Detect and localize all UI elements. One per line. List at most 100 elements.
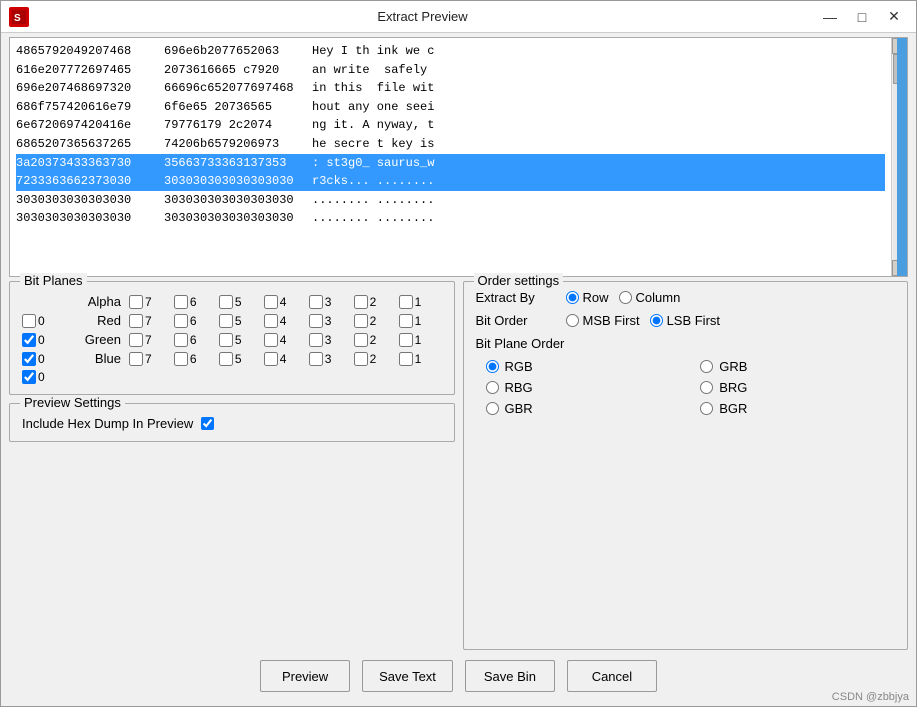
window-title: Extract Preview bbox=[29, 9, 816, 24]
bit-cell: 7 bbox=[129, 295, 172, 309]
bit-number: 0 bbox=[38, 370, 45, 384]
bit-number: 4 bbox=[280, 352, 287, 366]
bit-checkbox-green-7[interactable] bbox=[129, 333, 143, 347]
bit-checkbox-red-6[interactable] bbox=[174, 314, 188, 328]
msb-radio-label[interactable]: MSB First bbox=[566, 313, 640, 328]
bpo-radio-brg[interactable] bbox=[700, 381, 713, 394]
preview-line: 3030303030303030303030303030303030......… bbox=[16, 209, 885, 228]
bit-checkbox-red-5[interactable] bbox=[219, 314, 233, 328]
save-text-button[interactable]: Save Text bbox=[362, 660, 453, 692]
bpo-radio-rbg[interactable] bbox=[486, 381, 499, 394]
bit-checkbox-alpha-4[interactable] bbox=[264, 295, 278, 309]
bit-checkbox-green-0[interactable] bbox=[22, 352, 36, 366]
hex-col2: 6f6e65 20736565 bbox=[164, 98, 304, 117]
bit-number: 3 bbox=[325, 333, 332, 347]
bit-number: 2 bbox=[370, 333, 377, 347]
msb-radio[interactable] bbox=[566, 314, 579, 327]
bit-checkbox-alpha-1[interactable] bbox=[399, 295, 413, 309]
bit-cell: 5 bbox=[219, 333, 262, 347]
bpo-option-gbr[interactable]: GBR bbox=[486, 401, 681, 416]
bpo-option-brg[interactable]: BRG bbox=[700, 380, 895, 395]
preview-settings-group: Preview Settings Include Hex Dump In Pre… bbox=[9, 403, 455, 442]
bpo-option-rbg[interactable]: RBG bbox=[486, 380, 681, 395]
bpo-option-grb[interactable]: GRB bbox=[700, 359, 895, 374]
bit-number: 4 bbox=[280, 314, 287, 328]
minimize-button[interactable]: — bbox=[816, 5, 844, 29]
bit-checkbox-alpha-6[interactable] bbox=[174, 295, 188, 309]
row-radio-label[interactable]: Row bbox=[566, 290, 609, 305]
hex-col2: 66696c652077697468 bbox=[164, 79, 304, 98]
bit-checkbox-alpha-0[interactable] bbox=[22, 314, 36, 328]
bit-checkbox-red-7[interactable] bbox=[129, 314, 143, 328]
bit-checkbox-blue-5[interactable] bbox=[219, 352, 233, 366]
bit-checkbox-red-2[interactable] bbox=[354, 314, 368, 328]
maximize-button[interactable]: □ bbox=[848, 5, 876, 29]
bit-checkbox-alpha-2[interactable] bbox=[354, 295, 368, 309]
bit-checkbox-blue-7[interactable] bbox=[129, 352, 143, 366]
msb-label: MSB First bbox=[583, 313, 640, 328]
bit-cell: 5 bbox=[219, 352, 262, 366]
bit-checkbox-alpha-3[interactable] bbox=[309, 295, 323, 309]
bpo-radio-grb[interactable] bbox=[700, 360, 713, 373]
bit-number: 7 bbox=[145, 295, 152, 309]
bit-cell: 5 bbox=[219, 295, 262, 309]
bit-checkbox-blue-3[interactable] bbox=[309, 352, 323, 366]
save-bin-button[interactable]: Save Bin bbox=[465, 660, 555, 692]
bit-cell: 1 bbox=[399, 333, 442, 347]
bit-checkbox-alpha-7[interactable] bbox=[129, 295, 143, 309]
bit-cell: 5 bbox=[219, 314, 262, 328]
lsb-radio-label[interactable]: LSB First bbox=[650, 313, 720, 328]
column-radio-label[interactable]: Column bbox=[619, 290, 681, 305]
bpo-option-rgb[interactable]: RGB bbox=[486, 359, 681, 374]
bit-checkbox-green-5[interactable] bbox=[219, 333, 233, 347]
bit-checkbox-blue-1[interactable] bbox=[399, 352, 413, 366]
row-radio[interactable] bbox=[566, 291, 579, 304]
bit-checkbox-blue-0[interactable] bbox=[22, 370, 36, 384]
bit-number: 7 bbox=[145, 333, 152, 347]
bit-number: 6 bbox=[190, 295, 197, 309]
preview-line: 6e6720697420416e79776179 2c2074ng it. A … bbox=[16, 116, 885, 135]
bit-number: 7 bbox=[145, 352, 152, 366]
bit-checkbox-green-2[interactable] bbox=[354, 333, 368, 347]
bit-checkbox-blue-6[interactable] bbox=[174, 352, 188, 366]
hex-col2: 79776179 2c2074 bbox=[164, 116, 304, 135]
bit-checkbox-alpha-5[interactable] bbox=[219, 295, 233, 309]
bit-row-label: Alpha bbox=[84, 294, 127, 309]
right-panel: Order settings Extract By Row Column bbox=[463, 281, 909, 650]
bit-checkbox-green-1[interactable] bbox=[399, 333, 413, 347]
column-label: Column bbox=[636, 290, 681, 305]
lsb-radio[interactable] bbox=[650, 314, 663, 327]
hex-col1: 7233363662373030 bbox=[16, 172, 156, 191]
bit-cell: 3 bbox=[309, 352, 352, 366]
bpo-option-bgr[interactable]: BGR bbox=[700, 401, 895, 416]
text-col: an write safely bbox=[312, 61, 427, 80]
close-button[interactable]: ✕ bbox=[880, 5, 908, 29]
bit-checkbox-red-1[interactable] bbox=[399, 314, 413, 328]
cancel-button[interactable]: Cancel bbox=[567, 660, 657, 692]
bit-cell: 6 bbox=[174, 314, 217, 328]
bit-number: 1 bbox=[415, 352, 422, 366]
bit-checkbox-green-4[interactable] bbox=[264, 333, 278, 347]
bit-row-label: Red bbox=[84, 313, 127, 328]
preview-settings-title: Preview Settings bbox=[20, 395, 125, 410]
bit-checkbox-red-0[interactable] bbox=[22, 333, 36, 347]
bit-checkbox-blue-2[interactable] bbox=[354, 352, 368, 366]
bit-cell: 2 bbox=[354, 333, 397, 347]
hex-dump-checkbox[interactable] bbox=[201, 417, 214, 430]
hex-col2: 35663733363137353 bbox=[164, 154, 304, 173]
bit-checkbox-green-6[interactable] bbox=[174, 333, 188, 347]
title-bar: S Extract Preview — □ ✕ bbox=[1, 1, 916, 33]
bit-checkbox-green-3[interactable] bbox=[309, 333, 323, 347]
title-bar-controls: — □ ✕ bbox=[816, 5, 908, 29]
bpo-radio-rgb[interactable] bbox=[486, 360, 499, 373]
preview-button[interactable]: Preview bbox=[260, 660, 350, 692]
lsb-label: LSB First bbox=[667, 313, 720, 328]
bit-checkbox-red-3[interactable] bbox=[309, 314, 323, 328]
bit-checkbox-blue-4[interactable] bbox=[264, 352, 278, 366]
bpo-radio-bgr[interactable] bbox=[700, 402, 713, 415]
column-radio[interactable] bbox=[619, 291, 632, 304]
bpo-radio-gbr[interactable] bbox=[486, 402, 499, 415]
bit-checkbox-red-4[interactable] bbox=[264, 314, 278, 328]
bit-cell: 3 bbox=[309, 314, 352, 328]
preview-area: 4865792049207468696e6b2077652063Hey I th… bbox=[9, 37, 908, 277]
